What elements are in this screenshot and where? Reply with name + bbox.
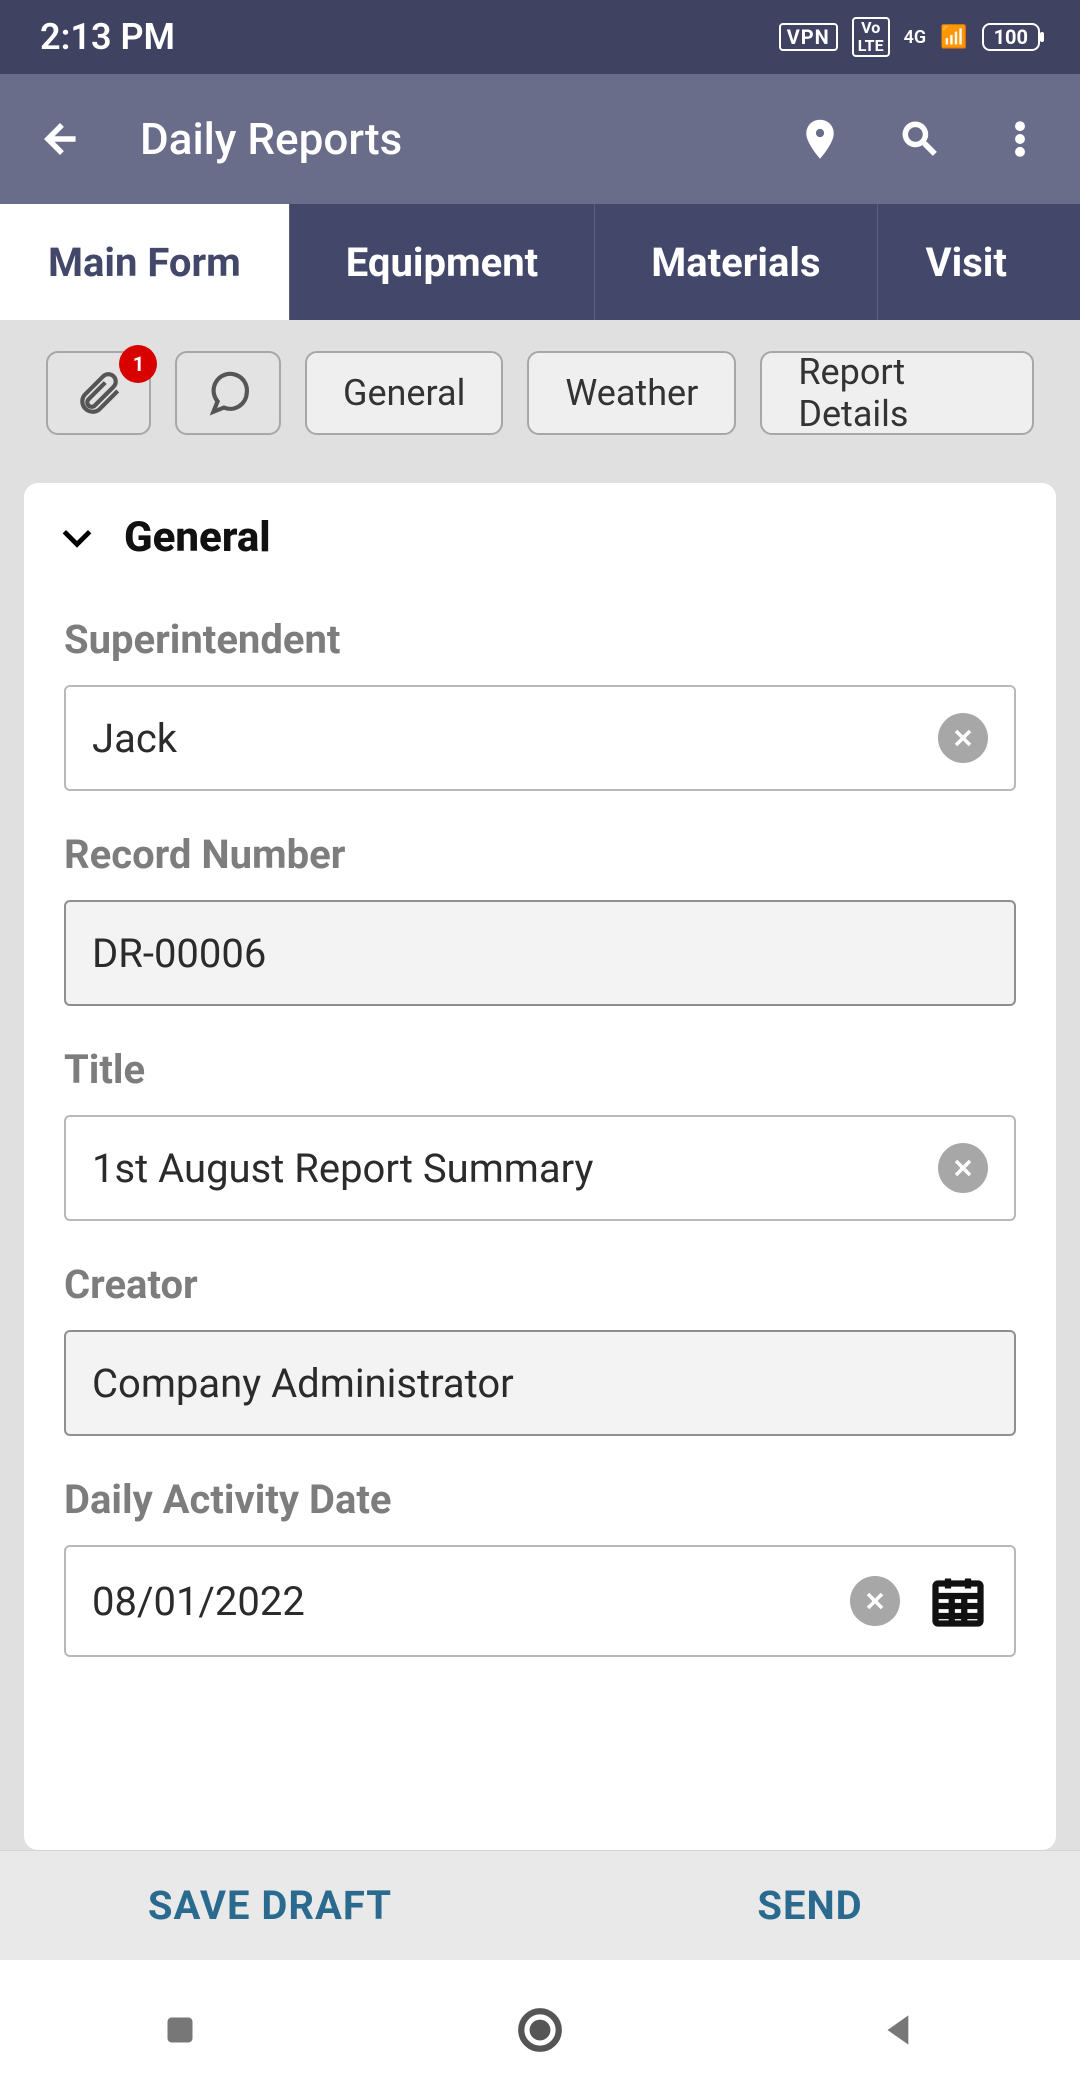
chip-general[interactable]: General — [305, 351, 503, 435]
save-draft-button[interactable]: SAVE DRAFT — [0, 1882, 540, 1929]
app-bar: Daily Reports — [0, 74, 1080, 204]
tab-label: Main Form — [48, 239, 241, 286]
search-button[interactable] — [890, 109, 950, 169]
record-number-input: DR-00006 — [64, 900, 1016, 1006]
field-record-number: Record Number DR-00006 — [64, 831, 1016, 1006]
field-title: Title 1st August Report Summary — [64, 1046, 1016, 1221]
field-label: Creator — [64, 1261, 1016, 1308]
search-icon — [898, 117, 942, 161]
pin-icon — [798, 117, 842, 161]
action-label: SAVE DRAFT — [148, 1882, 392, 1929]
action-label: SEND — [757, 1882, 862, 1929]
calendar-button[interactable] — [928, 1571, 988, 1631]
location-button[interactable] — [790, 109, 850, 169]
status-bar: 2:13 PM VPN Vo LTE 4G 📶 100 — [0, 0, 1080, 74]
comment-icon — [203, 368, 253, 418]
date-input[interactable]: 08/01/2022 — [64, 1545, 1016, 1657]
send-button[interactable]: SEND — [540, 1882, 1080, 1929]
tab-label: Visit — [926, 239, 1007, 286]
input-value: Jack — [92, 715, 938, 762]
overflow-menu-button[interactable] — [990, 109, 1050, 169]
comments-chip[interactable] — [175, 351, 280, 435]
system-nav-bar — [0, 1960, 1080, 2100]
nav-back-button[interactable] — [870, 2000, 930, 2060]
status-time: 2:13 PM — [40, 16, 175, 58]
status-vpn: VPN — [779, 23, 838, 51]
nav-recents-button[interactable] — [150, 2000, 210, 2060]
attachment-count-badge: 1 — [119, 345, 157, 383]
paperclip-icon — [74, 368, 124, 418]
clear-date-button[interactable] — [850, 1576, 900, 1626]
tab-main-form[interactable]: Main Form — [0, 204, 290, 320]
signal-icon: 📶 — [940, 25, 967, 50]
nav-home-button[interactable] — [510, 2000, 570, 2060]
tab-visitors[interactable]: Visit — [878, 204, 1080, 320]
input-value: DR-00006 — [92, 930, 988, 977]
form-card: General Superintendent Jack Record Numbe… — [24, 483, 1056, 1850]
section-header-general[interactable]: General — [58, 513, 1016, 562]
triangle-left-icon — [875, 2005, 925, 2055]
chip-label: Weather — [565, 372, 698, 414]
input-value: Company Administrator — [92, 1360, 988, 1407]
field-daily-activity-date: Daily Activity Date 08/01/2022 — [64, 1476, 1016, 1657]
square-icon — [155, 2005, 205, 2055]
status-volte: Vo LTE — [852, 17, 890, 56]
tab-label: Materials — [651, 239, 820, 286]
superintendent-input[interactable]: Jack — [64, 685, 1016, 791]
chip-label: General — [343, 372, 465, 414]
field-superintendent: Superintendent Jack — [64, 616, 1016, 791]
tab-bar: Main Form Equipment Materials Visit — [0, 204, 1080, 320]
creator-input: Company Administrator — [64, 1330, 1016, 1436]
status-network: 4G — [904, 27, 927, 48]
page-title: Daily Reports — [140, 113, 402, 165]
status-battery: 100 — [982, 23, 1040, 51]
chip-report-details[interactable]: Report Details — [760, 351, 1034, 435]
x-icon — [951, 1156, 975, 1180]
x-icon — [863, 1589, 887, 1613]
attachments-chip[interactable]: 1 — [46, 351, 151, 435]
title-input[interactable]: 1st August Report Summary — [64, 1115, 1016, 1221]
x-icon — [951, 726, 975, 750]
tab-materials[interactable]: Materials — [595, 204, 877, 320]
field-label: Title — [64, 1046, 1016, 1093]
circle-icon — [515, 2005, 565, 2055]
clear-title-button[interactable] — [938, 1143, 988, 1193]
section-title: General — [124, 513, 271, 562]
dots-vertical-icon — [998, 117, 1042, 161]
field-label: Record Number — [64, 831, 1016, 878]
field-label: Superintendent — [64, 616, 1016, 663]
chip-weather[interactable]: Weather — [527, 351, 736, 435]
chevron-down-icon — [58, 519, 96, 557]
chip-label: Report Details — [798, 351, 996, 435]
clear-superintendent-button[interactable] — [938, 713, 988, 763]
tab-equipment[interactable]: Equipment — [290, 204, 595, 320]
input-value: 08/01/2022 — [92, 1578, 850, 1625]
field-label: Daily Activity Date — [64, 1476, 1016, 1523]
field-creator: Creator Company Administrator — [64, 1261, 1016, 1436]
calendar-icon — [928, 1571, 988, 1631]
arrow-left-icon — [38, 117, 82, 161]
bottom-actions: SAVE DRAFT SEND — [0, 1850, 1080, 1960]
tab-label: Equipment — [346, 239, 538, 286]
back-button[interactable] — [30, 109, 90, 169]
input-value: 1st August Report Summary — [92, 1145, 938, 1192]
chip-row: 1 General Weather Report Details — [0, 320, 1080, 465]
